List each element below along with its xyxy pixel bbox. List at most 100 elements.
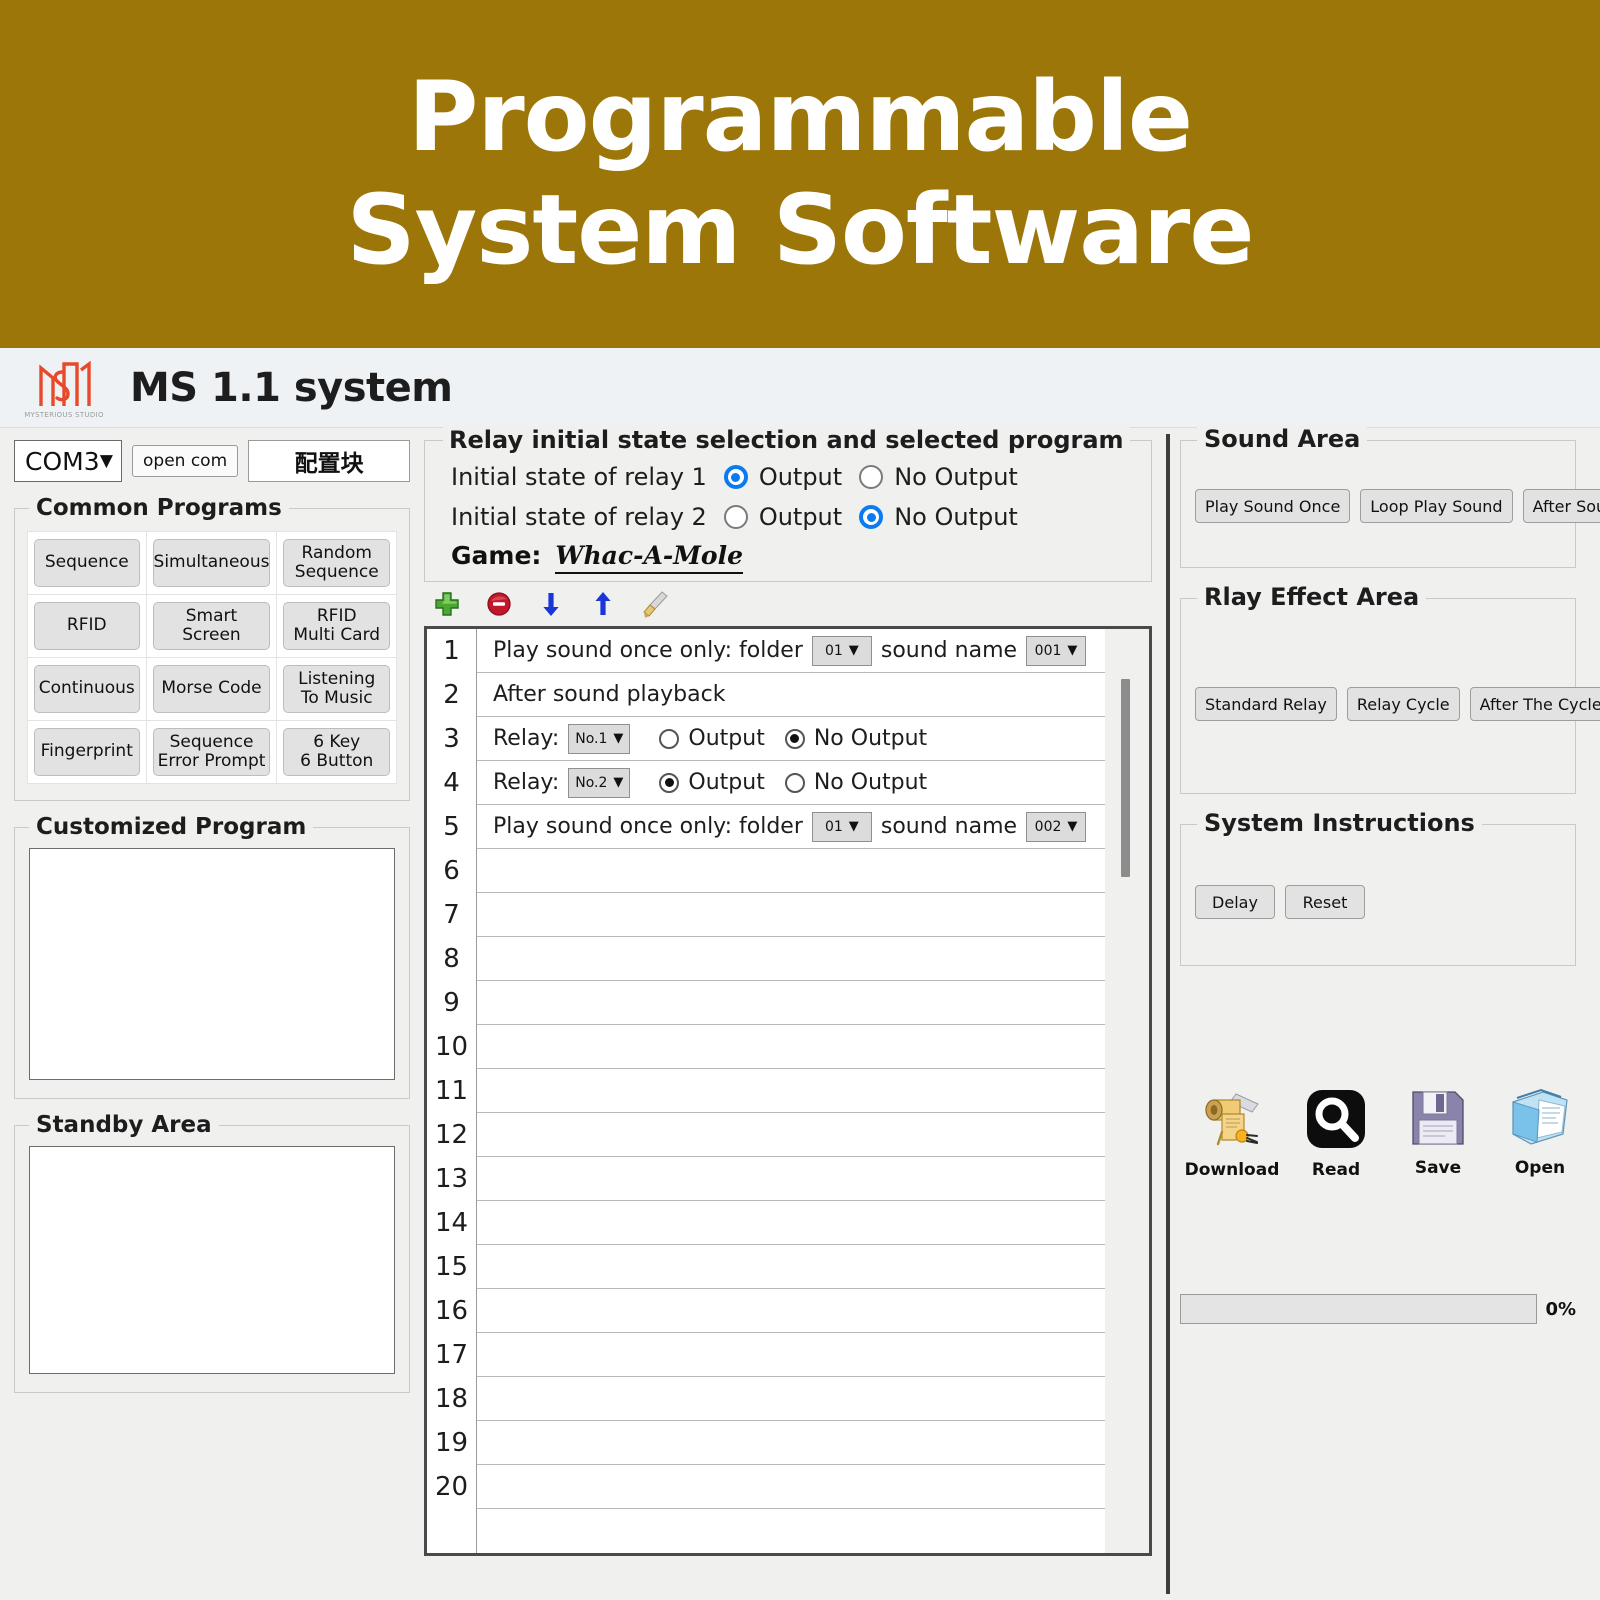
system-instructions-buttons: Delay Reset (1181, 885, 1575, 919)
game-value[interactable]: Whac-A-Mole (555, 541, 743, 574)
program-row[interactable]: After sound playback (477, 673, 1105, 717)
common-program-button[interactable]: Sequence (34, 539, 140, 587)
program-row[interactable] (477, 1157, 1105, 1201)
program-row[interactable]: Relay: No.2 ▼ Output No Output (477, 761, 1105, 805)
sound-name-select-value: 002 (1034, 818, 1062, 835)
sound-area-button[interactable]: Loop Play Sound (1360, 489, 1513, 523)
common-program-button[interactable]: 6 Key 6 Button (283, 728, 390, 776)
center-panel: Relay initial state selection and select… (424, 426, 1152, 1556)
system-instructions-group: System Instructions Delay Reset (1180, 809, 1576, 966)
scrollbar-thumb[interactable] (1121, 679, 1130, 877)
program-row[interactable] (477, 1421, 1105, 1465)
relay-number-select-value: No.2 (575, 774, 608, 791)
program-row[interactable] (477, 1289, 1105, 1333)
right-panel: Sound Area Play Sound Once Loop Play Soun… (1180, 425, 1600, 1324)
program-row[interactable]: Play sound once only: folder 01 ▼ sound nam… (477, 805, 1105, 849)
program-row-number: 16 (434, 1296, 469, 1326)
program-row[interactable] (477, 981, 1105, 1025)
relay-effect-area-legend: Rlay Effect Area (1197, 583, 1427, 611)
program-row-number: 11 (434, 1076, 469, 1106)
common-program-button[interactable]: RFID (34, 602, 140, 650)
program-row[interactable] (477, 1333, 1105, 1377)
open-action[interactable]: Open (1504, 1088, 1576, 1180)
sound-area-button[interactable]: Play Sound Once (1195, 489, 1351, 523)
page-title: MS 1.1 system (130, 364, 453, 411)
relay-no-output-radio[interactable] (784, 772, 805, 793)
system-instruction-button[interactable]: Reset (1285, 885, 1365, 919)
program-row[interactable] (477, 849, 1105, 893)
folder-select[interactable]: 01 ▼ (811, 811, 872, 842)
program-row[interactable] (477, 1465, 1105, 1509)
program-row[interactable] (477, 1025, 1105, 1069)
com-port-value: COM3 (25, 446, 100, 476)
open-com-button[interactable]: open com (132, 445, 239, 477)
save-action[interactable]: Save (1402, 1088, 1474, 1180)
move-down-icon[interactable] (536, 589, 566, 619)
common-program-cell: Fingerprint (28, 721, 147, 783)
program-row[interactable]: Play sound once only: folder 01 ▼ sound nam… (477, 629, 1105, 673)
program-row[interactable] (477, 1201, 1105, 1245)
relay-number-select[interactable]: No.2 ▼ (568, 767, 631, 798)
chevron-down-icon: ▼ (99, 451, 113, 471)
chevron-down-icon: ▼ (848, 643, 859, 658)
program-row[interactable]: Relay: No.1 ▼ Output No Output (477, 717, 1105, 761)
relay-effect-button[interactable]: Standard Relay (1195, 687, 1337, 721)
program-list-panel: 1 2 3 4 5 6 7 8 9 10 11 12 13 14 15 16 17 18 19 20 Play sou… (424, 626, 1152, 1556)
panel-divider (1166, 434, 1170, 1594)
common-program-button[interactable]: Listening To Music (283, 665, 390, 713)
common-program-button[interactable]: RFID Multi Card (283, 602, 390, 650)
standby-area-canvas[interactable] (29, 1146, 395, 1374)
relay2-output-radio[interactable] (723, 505, 748, 529)
left-panel: COM3 ▼ open com 配置块 Common Programs Sequ… (14, 440, 410, 1393)
folder-select[interactable]: 01 ▼ (811, 635, 872, 666)
common-program-button[interactable]: Simultaneous (152, 539, 271, 587)
program-list-scrollbar[interactable] (1105, 629, 1149, 1553)
list-toolbar (424, 582, 1152, 626)
move-up-icon[interactable] (588, 589, 618, 619)
sound-area-button[interactable]: After Sound Play (1522, 489, 1600, 523)
customized-program-canvas[interactable] (29, 848, 395, 1080)
sound-name-select[interactable]: 001 ▼ (1026, 635, 1087, 666)
common-program-button[interactable]: Sequence Error Prompt (152, 728, 271, 776)
common-program-button[interactable]: Random Sequence (283, 539, 390, 587)
common-program-cell: Random Sequence (277, 532, 396, 595)
sound-area-legend: Sound Area (1197, 425, 1368, 453)
common-program-button[interactable]: Continuous (34, 665, 140, 713)
common-program-button[interactable]: Morse Code (152, 665, 271, 713)
com-port-select[interactable]: COM3 ▼ (14, 440, 122, 482)
sound-name-select[interactable]: 002 ▼ (1026, 811, 1087, 842)
relay-no-output-radio[interactable] (784, 728, 805, 749)
program-row[interactable] (477, 937, 1105, 981)
program-row[interactable] (477, 1377, 1105, 1421)
add-icon[interactable] (432, 589, 462, 619)
common-program-cell: Simultaneous (146, 532, 278, 595)
read-action[interactable]: Read (1300, 1088, 1372, 1180)
program-row-number: 18 (434, 1384, 469, 1414)
remove-icon[interactable] (484, 589, 514, 619)
program-row-number: 3 (443, 724, 460, 754)
relay1-no-output-radio[interactable] (859, 465, 884, 489)
download-action[interactable]: Download (1185, 1088, 1279, 1180)
system-instruction-button[interactable]: Delay (1195, 885, 1275, 919)
clear-broom-icon[interactable] (640, 589, 670, 619)
program-row[interactable] (477, 893, 1105, 937)
relay-effect-button[interactable]: Relay Cycle (1346, 687, 1460, 721)
program-row[interactable] (477, 1245, 1105, 1289)
relay2-no-output-radio[interactable] (859, 505, 884, 529)
common-program-button[interactable]: Smart Screen (152, 602, 271, 650)
relay-output-radio[interactable] (659, 772, 680, 793)
program-row[interactable] (477, 1069, 1105, 1113)
common-program-cell: RFID (28, 595, 147, 658)
relay-output-radio[interactable] (659, 728, 680, 749)
config-block-button[interactable]: 配置块 (248, 440, 410, 482)
common-program-button[interactable]: Fingerprint (34, 728, 140, 776)
program-row-number: 15 (434, 1252, 469, 1282)
chevron-down-icon: ▼ (613, 775, 624, 790)
chevron-down-icon: ▼ (1067, 643, 1078, 658)
program-row[interactable] (477, 1113, 1105, 1157)
relay-effect-button[interactable]: After The Cycle Relay (1469, 687, 1600, 721)
relay-number-select[interactable]: No.1 ▼ (568, 723, 631, 754)
relay1-output-radio[interactable] (723, 465, 748, 489)
customized-program-legend: Customized Program (29, 814, 314, 840)
common-program-cell: 6 Key 6 Button (277, 721, 396, 783)
